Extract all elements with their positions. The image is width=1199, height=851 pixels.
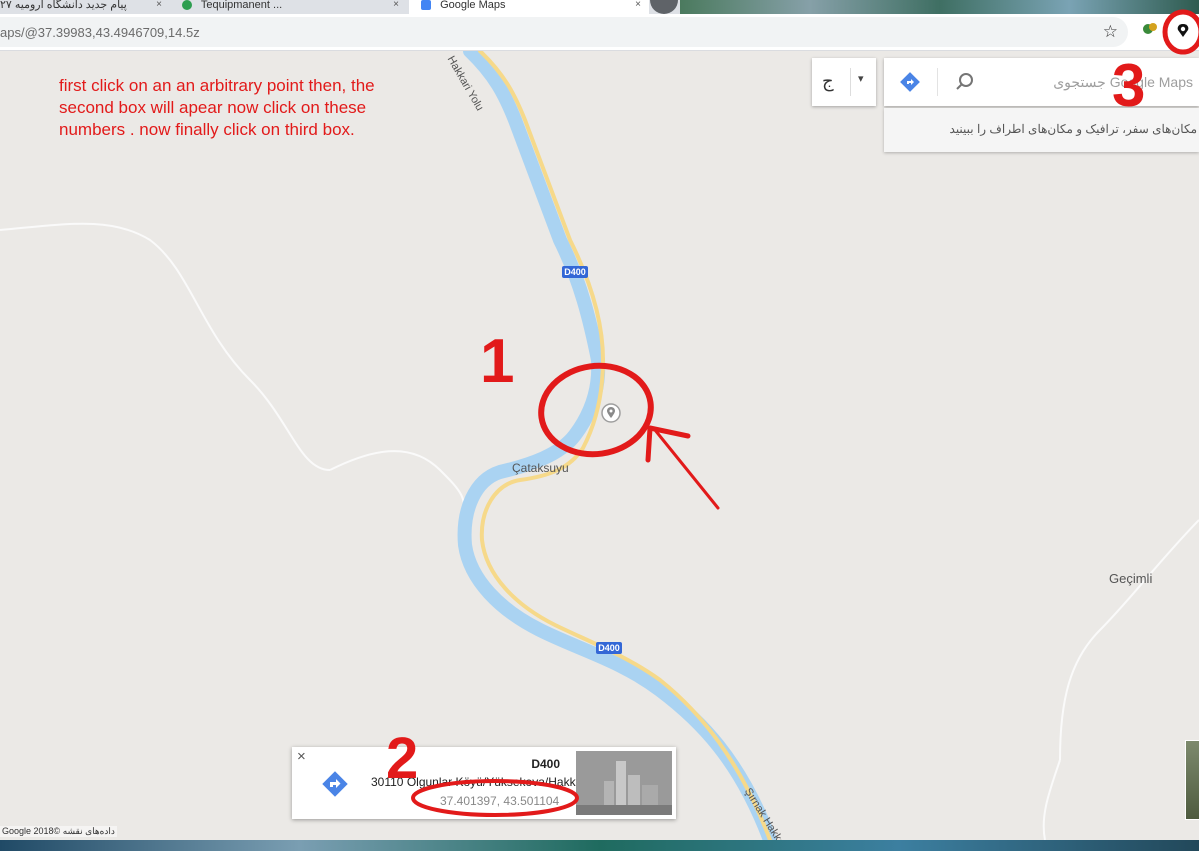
location-info-card: × D400 30110 Olgunlar Köyü/Yüksekova/Hak… (292, 747, 676, 819)
place-label-cataksuyu[interactable]: Çataksuyu (512, 461, 569, 475)
explore-suggestion-text: مکان‌های سفر، ترافیک و مکان‌های اطراف را… (949, 122, 1197, 136)
maps-favicon-icon (421, 0, 431, 10)
tab-label: Tequipmanent ... (200, 0, 283, 11)
directions-icon[interactable] (320, 769, 350, 799)
road-shield-north: D400 (562, 266, 588, 278)
place-title: D400 (531, 757, 560, 771)
place-address: 30110 Olgunlar Köyü/Yüksekova/Hakkari (371, 775, 589, 789)
dropped-pin-icon[interactable] (601, 403, 621, 423)
layers-toggle-button[interactable]: ج ▾ (812, 58, 876, 106)
map-features (0, 51, 1199, 840)
tab-favicon-icon (182, 0, 192, 10)
layers-glyph: ج (822, 71, 834, 91)
taskbar (0, 840, 1199, 851)
search-input[interactable]: جستجوی Google Maps (1053, 74, 1193, 91)
tab-strip: ۲۷ پیام جدید‌ دانشگاه ارومیه × Tequipman… (0, 0, 1199, 14)
search-icon[interactable] (954, 71, 976, 93)
tab-equipment[interactable]: Tequipmanent ... × (172, 0, 407, 14)
explore-suggestion[interactable]: مکان‌های سفر، ترافیک و مکان‌های اطراف را… (884, 108, 1199, 152)
chevron-down-icon[interactable]: ▾ (858, 72, 864, 85)
address-bar[interactable]: aps/@37.39983,43.4946709,14.5z ☆ (0, 17, 1128, 47)
street-view-thumbnail[interactable] (576, 751, 672, 815)
map-attribution: Google 2018© داده‌های نقشه (0, 826, 117, 837)
directions-icon[interactable] (900, 72, 920, 92)
tab-label: Google Maps (440, 0, 506, 11)
maps-search-box[interactable]: جستجوی Google Maps (884, 58, 1199, 106)
street-view-pegman-thumbnail[interactable] (1185, 740, 1199, 820)
tab-close-icon[interactable]: × (156, 0, 162, 10)
browser-toolbar: aps/@37.39983,43.4946709,14.5z ☆ (0, 14, 1199, 51)
close-icon[interactable]: × (297, 748, 306, 765)
bookmark-star-icon[interactable]: ☆ (1103, 22, 1118, 42)
extension-icon[interactable] (1142, 21, 1158, 35)
road-shield-south: D400 (596, 642, 622, 654)
new-tab-button[interactable] (650, 0, 678, 14)
tab-close-icon[interactable]: × (635, 0, 641, 10)
place-label-gecimli[interactable]: Geçimli (1109, 571, 1152, 586)
url-text[interactable]: aps/@37.39983,43.4946709,14.5z (0, 25, 200, 40)
tab-university[interactable]: ۲۷ پیام جدید‌ دانشگاه ارومیه × (0, 0, 170, 14)
tab-close-icon[interactable]: × (393, 0, 399, 10)
location-pin-extension-icon[interactable] (1174, 22, 1192, 40)
annotation-text: first click on an an arbitrary point the… (59, 76, 375, 139)
desktop-background (680, 0, 1199, 14)
tab-label: ۲۷ پیام جدید‌ دانشگاه ارومیه (0, 0, 127, 11)
map-canvas[interactable]: Hakkari Yolu D400 D400 Çataksuyu Geçimli… (0, 51, 1199, 840)
tab-google-maps[interactable]: Google Maps × (409, 0, 649, 14)
coordinates-text[interactable]: 37.401397, 43.501104 (440, 794, 559, 808)
